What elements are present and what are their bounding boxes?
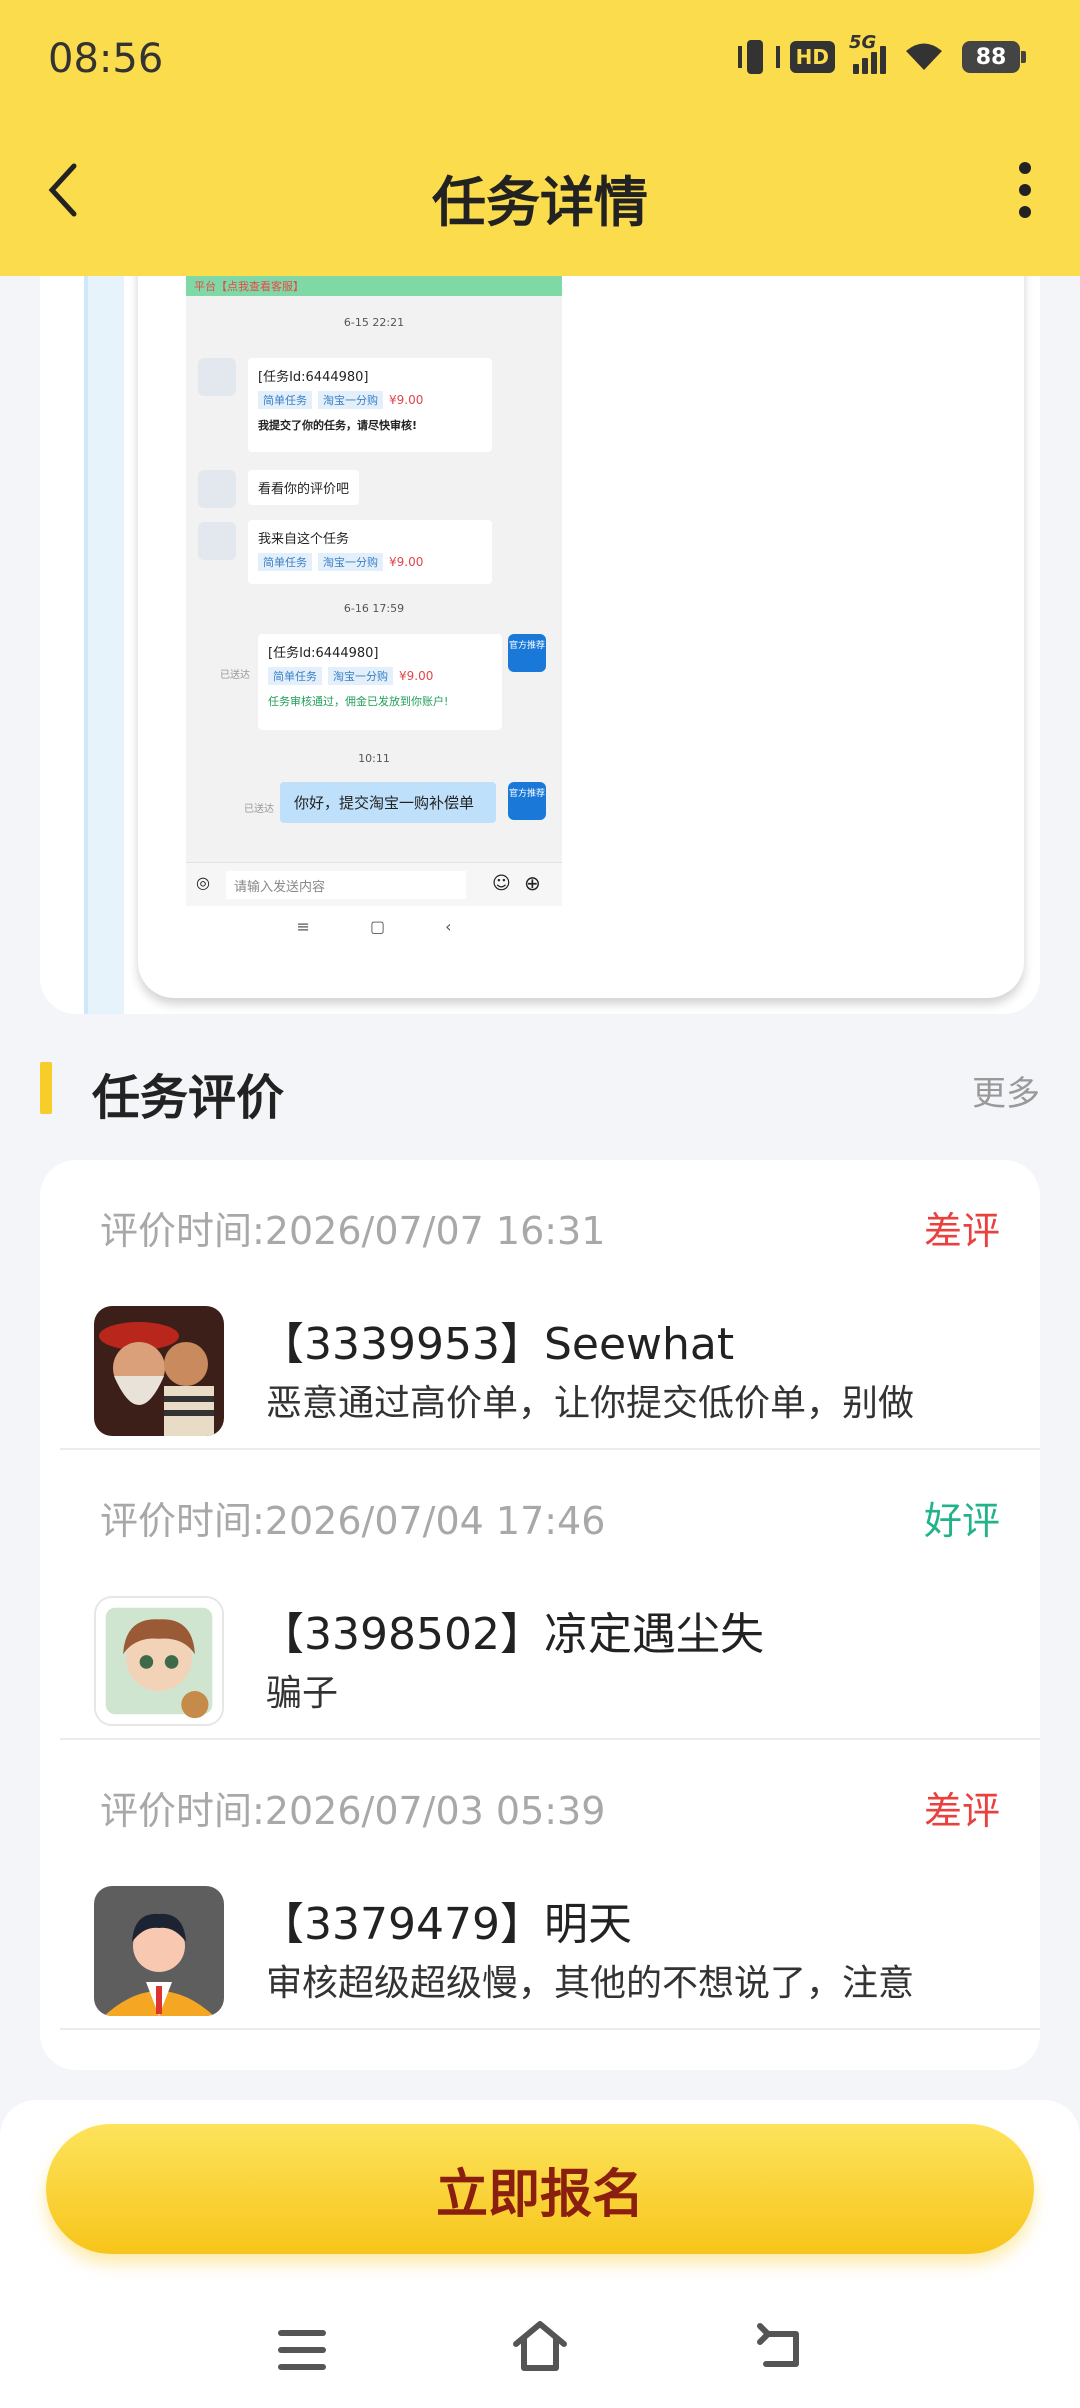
avatar <box>94 1306 224 1436</box>
menu-icon: ≡ <box>296 916 310 936</box>
chat-timestamp: 6-16 17:59 <box>343 602 405 615</box>
more-options-button[interactable] <box>1000 160 1050 220</box>
system-nav-bar <box>0 2300 1080 2390</box>
screenshot-phone: 平台【点我查看客服】 6-15 22:21 [任务Id:6444980] 简单任… <box>138 230 1024 998</box>
tag: 简单任务 <box>258 553 312 571</box>
screenshot-nav: ≡ ▢ ‹ <box>186 906 562 946</box>
review-time: 评价时间:2026/07/04 17:46 <box>100 1499 606 1543</box>
signup-button[interactable]: 立即报名 <box>46 2124 1034 2254</box>
avatar <box>94 1596 224 1726</box>
task-screenshot-card: 平台【点我查看客服】 6-15 22:21 [任务Id:6444980] 简单任… <box>40 230 1040 1014</box>
message-note: 任务审核通过，佣金已发放到你账户! <box>268 695 449 708</box>
emoji-icon: ☺ <box>492 873 511 894</box>
screenshot-stripe <box>84 230 124 1014</box>
header-bar: 08:56 HD 5G 88 任务详情 <box>0 0 1080 276</box>
voice-icon: ◎ <box>196 873 210 892</box>
task-id: [任务Id:6444980] <box>268 646 379 661</box>
tag: 淘宝一分购 <box>328 667 393 685</box>
plus-icon: ⊕ <box>524 871 541 895</box>
home-icon[interactable] <box>510 2318 570 2374</box>
reviewer-name: 【3398502】凉定遇尘失 <box>260 1609 764 1660</box>
home-icon: ▢ <box>369 916 386 936</box>
avatar <box>198 358 236 396</box>
tag: 简单任务 <box>268 667 322 685</box>
text-message: 看看你的评价吧 <box>248 470 360 505</box>
chat-top-bar: 平台【点我查看客服】 <box>186 276 562 296</box>
section-title: 任务评价 <box>92 1070 285 1126</box>
back-icon: ‹ <box>445 916 452 936</box>
tag: 简单任务 <box>258 391 312 409</box>
review-rating: 好评 <box>923 1499 1000 1543</box>
vibrate-icon <box>737 40 780 74</box>
official-avatar: 官方推荐 <box>508 782 546 820</box>
chat-input-bar: ◎ 请输入发送内容 ☺ ⊕ <box>186 862 562 906</box>
review-item[interactable]: 评价时间:2026/07/04 17:46 好评 【3398502】凉定遇尘失 … <box>40 1450 1040 1740</box>
sent-status: 已送达 <box>220 670 250 681</box>
task-card-message: 我来自这个任务 简单任务 淘宝一分购 ¥9.00 <box>248 520 492 584</box>
page-title: 任务详情 <box>432 171 648 234</box>
task-card-message: [任务Id:6444980] 简单任务 淘宝一分购 ¥9.00 我提交了你的任务，请… <box>248 358 492 452</box>
avatar <box>94 1886 224 2016</box>
official-avatar: 官方推荐 <box>508 634 546 672</box>
review-text: 恶意通过高价单，让你提交低价单，别做 <box>266 1383 915 1424</box>
review-time: 评价时间:2026/07/07 16:31 <box>100 1209 606 1253</box>
task-id: [任务Id:6444980] <box>258 370 369 385</box>
section-accent <box>40 1062 52 1114</box>
avatar <box>198 470 236 508</box>
reviewer-name: 【3339953】Seewhat <box>260 1319 735 1370</box>
price: ¥9.00 <box>389 393 424 407</box>
review-rating: 差评 <box>923 1209 1000 1253</box>
review-item[interactable]: 评价时间:2026/07/07 16:31 差评 【3339953】Seewha… <box>40 1160 1040 1450</box>
review-item[interactable]: 评价时间:2026/07/03 05:39 差评 【3379479】明天 审核超… <box>40 1740 1040 2030</box>
review-text: 骗子 <box>266 1673 339 1714</box>
network-label: 5G <box>849 32 877 53</box>
battery-icon: 88 <box>962 41 1026 73</box>
chat-timestamp: 6-15 22:21 <box>343 316 405 329</box>
signal-icon: 5G <box>849 32 886 74</box>
reviews-list: 评价时间:2026/07/07 16:31 差评 【3339953】Seewha… <box>40 1160 1040 2070</box>
wifi-icon <box>904 42 944 72</box>
price: ¥9.00 <box>389 555 424 569</box>
hd-icon: HD <box>789 41 835 73</box>
chat-screenshot: 平台【点我查看客服】 6-15 22:21 [任务Id:6444980] 简单任… <box>186 276 562 946</box>
tag: 淘宝一分购 <box>318 391 383 409</box>
more-reviews-link[interactable]: 更多 <box>972 1066 1040 1115</box>
tag: 淘宝一分购 <box>318 553 383 571</box>
chat-timestamp: 10:11 <box>358 752 390 765</box>
status-time: 08:56 <box>48 36 164 82</box>
review-rating: 差评 <box>923 1789 1000 1833</box>
price: ¥9.00 <box>399 669 434 683</box>
card-title: 我来自这个任务 <box>258 532 350 547</box>
status-icons: HD 5G 88 <box>737 32 1026 74</box>
reviewer-name: 【3379479】明天 <box>260 1899 632 1950</box>
review-text: 审核超级超级慢，其他的不想说了，注意 <box>266 1963 915 2004</box>
text-message: 你好，提交淘宝一购补偿单 <box>280 782 496 823</box>
back-icon[interactable] <box>756 2320 806 2370</box>
sent-status: 已送达 <box>244 804 274 815</box>
task-card-message: [任务Id:6444980] 简单任务 淘宝一分购 ¥9.00 任务审核通过，佣金已… <box>258 634 502 730</box>
message-note: 我提交了你的任务，请尽快审核! <box>258 419 418 432</box>
avatar <box>198 522 236 560</box>
menu-icon[interactable] <box>278 2330 326 2370</box>
review-time: 评价时间:2026/07/03 05:39 <box>100 1789 606 1833</box>
chat-input: 请输入发送内容 <box>226 871 466 899</box>
divider <box>60 2028 1040 2030</box>
